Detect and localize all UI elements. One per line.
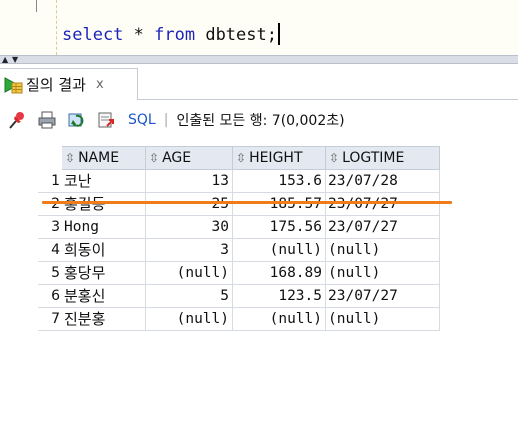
- cell-height[interactable]: 123.5: [233, 285, 326, 308]
- cell-name[interactable]: Hong: [62, 216, 146, 239]
- collapse-up-icon[interactable]: ▲: [2, 56, 8, 64]
- pin-icon[interactable]: [4, 107, 30, 133]
- sql-code-line[interactable]: select * from dbtest;: [62, 23, 280, 45]
- row-number: 5: [38, 262, 62, 285]
- cell-age[interactable]: 5: [146, 285, 233, 308]
- cell-height[interactable]: 185.57: [233, 193, 326, 216]
- code-star: *: [123, 25, 155, 45]
- sort-icon: ⇳: [65, 151, 76, 165]
- cell-logtime[interactable]: 23/07/28: [326, 170, 440, 193]
- cell-name[interactable]: 홍당무: [62, 262, 146, 285]
- row-number: 7: [38, 308, 62, 331]
- cell-logtime[interactable]: 23/07/27: [326, 285, 440, 308]
- editor-gutter-line: [56, 0, 57, 55]
- cell-name[interactable]: 진분홍: [62, 308, 146, 331]
- close-icon[interactable]: x: [96, 77, 104, 92]
- tab-query-result-label: 질의 결과: [26, 76, 86, 94]
- cell-height[interactable]: (null): [233, 239, 326, 262]
- editor-margin-mark: [36, 0, 37, 12]
- cell-logtime[interactable]: (null): [326, 239, 440, 262]
- tab-query-result[interactable]: 질의 결과 x: [0, 68, 138, 100]
- cell-age[interactable]: 13: [146, 170, 233, 193]
- cell-height[interactable]: 175.56: [233, 216, 326, 239]
- cell-age[interactable]: 25: [146, 193, 233, 216]
- sql-link[interactable]: SQL: [128, 112, 156, 128]
- toolbar-separator: |: [163, 112, 169, 128]
- export-icon[interactable]: [94, 107, 120, 133]
- cell-height[interactable]: 153.6: [233, 170, 326, 193]
- cell-age[interactable]: (null): [146, 262, 233, 285]
- cell-logtime[interactable]: (null): [326, 308, 440, 331]
- cell-height[interactable]: (null): [233, 308, 326, 331]
- code-table-name: dbtest;: [195, 25, 277, 45]
- column-header-age[interactable]: ⇳ AGE: [146, 146, 233, 170]
- row-number: 6: [38, 285, 62, 308]
- refresh-icon[interactable]: [64, 107, 90, 133]
- sort-icon: ⇳: [329, 151, 340, 165]
- row-number: 2: [38, 193, 62, 216]
- fetch-status-text: 인출된 모든 행: 7(0,002초): [176, 113, 345, 129]
- cell-name[interactable]: 홍길동: [62, 193, 146, 216]
- cell-name[interactable]: 코난: [62, 170, 146, 193]
- row-number: 3: [38, 216, 62, 239]
- row-number: 4: [38, 239, 62, 262]
- cell-logtime[interactable]: 23/07/27: [326, 193, 440, 216]
- text-cursor: [277, 23, 280, 45]
- cell-name[interactable]: 희동이: [62, 239, 146, 262]
- cell-age[interactable]: 3: [146, 239, 233, 262]
- cell-name[interactable]: 분홍신: [62, 285, 146, 308]
- panel-splitter[interactable]: ▲ ▼: [0, 55, 518, 64]
- cell-logtime[interactable]: (null): [326, 262, 440, 285]
- cell-age[interactable]: (null): [146, 308, 233, 331]
- results-toolbar: SQL | 인출된 모든 행: 7(0,002초): [0, 100, 518, 140]
- cell-logtime[interactable]: 23/07/27: [326, 216, 440, 239]
- cell-height[interactable]: 168.89: [233, 262, 326, 285]
- sort-icon: ⇳: [149, 151, 160, 165]
- column-header-logtime[interactable]: ⇳ LOGTIME: [326, 146, 440, 170]
- sql-editor[interactable]: select * from dbtest;: [0, 0, 518, 55]
- query-result-icon: [2, 74, 24, 96]
- column-header-height[interactable]: ⇳ HEIGHT: [233, 146, 326, 170]
- cell-age[interactable]: 30: [146, 216, 233, 239]
- column-header-name[interactable]: ⇳ NAME: [62, 146, 146, 170]
- keyword-select: select: [62, 25, 124, 45]
- row-number: 1: [38, 170, 62, 193]
- keyword-from: from: [154, 25, 196, 45]
- row-highlight-underline: [42, 201, 452, 204]
- print-icon[interactable]: [34, 107, 60, 133]
- results-tab-bar: 질의 결과 x: [0, 64, 518, 100]
- sort-icon: ⇳: [236, 151, 247, 165]
- collapse-down-icon[interactable]: ▼: [12, 56, 18, 64]
